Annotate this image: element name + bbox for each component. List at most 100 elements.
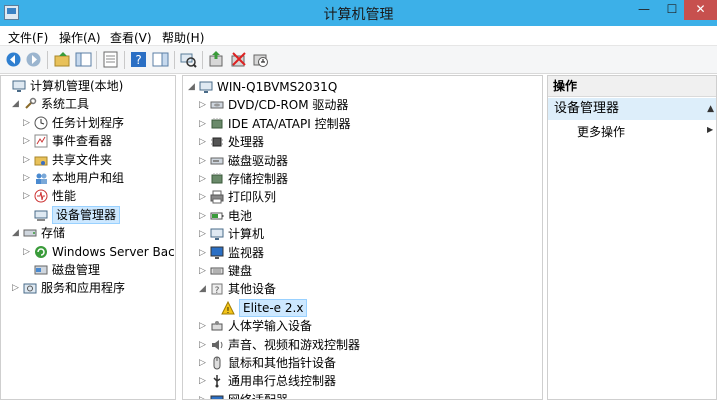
- users-icon: [34, 171, 48, 185]
- storage-icon: [23, 226, 37, 240]
- nav-tree-item[interactable]: 磁盘管理: [1, 261, 175, 279]
- device-tree-item[interactable]: ▷ 打印队列: [183, 188, 542, 206]
- device-tree-item[interactable]: ▷ 人体学输入设备: [183, 317, 542, 335]
- minimize-button[interactable]: —: [630, 0, 658, 20]
- device-tree-item[interactable]: ▷ 监视器: [183, 244, 542, 262]
- collapsed-caret-icon[interactable]: ▷: [199, 115, 209, 133]
- actions-group-device-manager[interactable]: 设备管理器 ▲: [548, 98, 716, 120]
- collapsed-caret-icon[interactable]: ▷: [199, 244, 209, 262]
- device-tree-item[interactable]: ▷ DVD/CD-ROM 驱动器: [183, 96, 542, 114]
- scan-hardware-changes-icon[interactable]: [180, 51, 197, 68]
- network-adapter-icon: [210, 393, 224, 399]
- actions-header: 操作: [548, 76, 716, 97]
- uninstall-device-icon[interactable]: [230, 51, 247, 68]
- device-tree-item[interactable]: ◢ WIN-Q1BVMS2031Q: [183, 78, 542, 96]
- nav-tree-item[interactable]: ◢ 系统工具: [1, 95, 175, 113]
- navigation-tree-pane[interactable]: 计算机管理(本地) ◢ 系统工具 ▷ 任务计划程序 ▷ 事件查看器 ▷ 共享文件夹 ▷ 本地用户和组…: [0, 75, 176, 400]
- collapsed-caret-icon[interactable]: ▷: [12, 279, 22, 297]
- expanded-caret-icon[interactable]: ◢: [12, 95, 22, 113]
- collapsed-caret-icon[interactable]: ▷: [199, 96, 209, 114]
- svg-text:!: !: [226, 306, 229, 315]
- collapsed-caret-icon[interactable]: ▷: [23, 187, 33, 205]
- device-tree-item[interactable]: ▷ 网络适配器: [183, 391, 542, 399]
- other-devices-icon: ?: [210, 282, 224, 296]
- expanded-caret-icon[interactable]: ◢: [199, 280, 209, 298]
- collapsed-caret-icon[interactable]: ▷: [199, 188, 209, 206]
- collapsed-caret-icon[interactable]: ▷: [199, 170, 209, 188]
- more-actions-link[interactable]: 更多操作: [577, 123, 625, 140]
- device-tree-item[interactable]: ▷ 存储控制器: [183, 170, 542, 188]
- nav-tree-item[interactable]: ▷ 事件查看器: [1, 132, 175, 150]
- toolbar-separator: [202, 51, 203, 69]
- menu-action[interactable]: 操作(A): [59, 29, 101, 46]
- device-tree-label: 鼠标和其他指针设备: [228, 356, 337, 370]
- device-tree-item[interactable]: ▷ 电池: [183, 207, 542, 225]
- device-tree-item[interactable]: ▷ 键盘: [183, 262, 542, 280]
- actions-pane: 操作 设备管理器 ▲ 更多操作 ▶: [547, 75, 717, 400]
- nav-tree-item[interactable]: ▷ 本地用户和组: [1, 169, 175, 187]
- keyboard-icon: [210, 264, 224, 278]
- up-folder-icon[interactable]: [54, 51, 71, 68]
- nav-tree-label: 系统工具: [41, 97, 90, 112]
- collapsed-caret-icon[interactable]: ▷: [23, 243, 33, 261]
- title-bar[interactable]: 计算机管理 — ☐ ✕: [0, 0, 717, 26]
- collapsed-caret-icon[interactable]: ▷: [199, 225, 209, 243]
- device-tree-item[interactable]: ▷ IDE ATA/ATAPI 控制器: [183, 115, 542, 133]
- properties-icon[interactable]: [102, 51, 119, 68]
- menu-file[interactable]: 文件(F): [8, 29, 48, 46]
- forward-arrow-icon[interactable]: [25, 51, 42, 68]
- collapsed-caret-icon[interactable]: ▷: [199, 391, 209, 399]
- device-tree-label: 键盘: [228, 264, 253, 278]
- collapsed-caret-icon[interactable]: ▷: [199, 317, 209, 335]
- device-tree-item[interactable]: ▷ 磁盘驱动器: [183, 152, 542, 170]
- menu-view[interactable]: 查看(V): [110, 29, 152, 46]
- help-icon[interactable]: ?: [130, 51, 147, 68]
- nav-tree-item[interactable]: ▷ 性能: [1, 187, 175, 205]
- collapsed-caret-icon[interactable]: ▷: [23, 169, 33, 187]
- device-tree-item[interactable]: ▷ 处理器: [183, 133, 542, 151]
- nav-tree-item[interactable]: ▷ Windows Server Backup: [1, 243, 175, 261]
- show-hide-action-pane-icon[interactable]: [152, 51, 169, 68]
- collapsed-caret-icon[interactable]: ▷: [199, 133, 209, 151]
- show-hide-tree-icon[interactable]: [75, 51, 92, 68]
- collapsed-caret-icon[interactable]: ▷: [23, 151, 33, 169]
- back-arrow-icon[interactable]: [5, 51, 22, 68]
- collapse-arrow-icon[interactable]: ▲: [707, 98, 714, 120]
- nav-tree-item[interactable]: 设备管理器: [1, 205, 175, 224]
- expanded-caret-icon[interactable]: ◢: [188, 78, 198, 96]
- clock-icon: [34, 116, 48, 130]
- update-driver-icon[interactable]: [208, 51, 225, 68]
- device-tree-item[interactable]: ! Elite-e 2.x: [183, 298, 542, 317]
- performance-icon: [34, 189, 48, 203]
- device-tree-item[interactable]: ▷ 计算机: [183, 225, 542, 243]
- device-tree-item[interactable]: ▷ 鼠标和其他指针设备: [183, 354, 542, 372]
- device-tree-item[interactable]: ▷ 通用串行总线控制器: [183, 372, 542, 390]
- collapsed-caret-icon[interactable]: ▷: [199, 336, 209, 354]
- close-button[interactable]: ✕: [684, 0, 717, 20]
- expanded-caret-icon[interactable]: ◢: [12, 224, 22, 242]
- computer-icon: [210, 227, 224, 241]
- collapsed-caret-icon[interactable]: ▷: [23, 114, 33, 132]
- collapsed-caret-icon[interactable]: ▷: [199, 207, 209, 225]
- disable-device-icon[interactable]: [252, 51, 269, 68]
- collapsed-caret-icon[interactable]: ▷: [199, 262, 209, 280]
- nav-tree-item[interactable]: ▷ 共享文件夹: [1, 151, 175, 169]
- collapsed-caret-icon[interactable]: ▷: [199, 152, 209, 170]
- device-tree-label: 打印队列: [228, 190, 277, 205]
- collapsed-caret-icon[interactable]: ▷: [199, 354, 209, 372]
- device-tree-label: Elite-e 2.x: [239, 298, 308, 317]
- device-tree-pane[interactable]: ◢ WIN-Q1BVMS2031Q ▷ DVD/CD-ROM 驱动器 ▷ IDE ATA/…: [182, 75, 543, 400]
- maximize-button[interactable]: ☐: [658, 0, 686, 20]
- event-viewer-icon: [34, 134, 48, 148]
- nav-tree-item[interactable]: ◢ 存储: [1, 224, 175, 242]
- device-tree-item[interactable]: ◢? 其他设备: [183, 280, 542, 298]
- device-tree-label: WIN-Q1BVMS2031Q: [217, 80, 338, 94]
- nav-tree-item[interactable]: 计算机管理(本地): [1, 77, 175, 95]
- collapsed-caret-icon[interactable]: ▷: [23, 132, 33, 150]
- nav-tree-item[interactable]: ▷ 任务计划程序: [1, 114, 175, 132]
- collapsed-caret-icon[interactable]: ▷: [199, 372, 209, 390]
- printer-icon: [210, 190, 224, 204]
- device-tree-item[interactable]: ▷ 声音、视频和游戏控制器: [183, 336, 542, 354]
- nav-tree-item[interactable]: ▷ 服务和应用程序: [1, 279, 175, 297]
- menu-help[interactable]: 帮助(H): [162, 29, 204, 46]
